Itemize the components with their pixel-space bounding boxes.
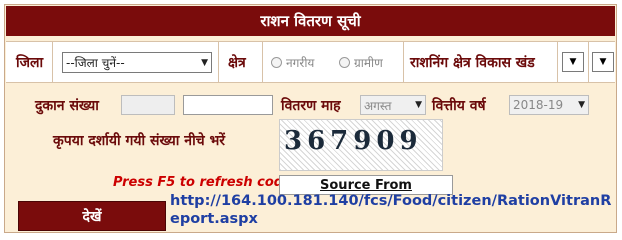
divider — [262, 42, 263, 82]
month-label: वितरण माह — [281, 98, 341, 114]
captcha-image: 367909 — [279, 119, 443, 171]
refresh-hint: Press F5 to refresh code — [113, 175, 292, 190]
sub-block-select[interactable]: ▼ — [592, 52, 614, 72]
divider — [52, 42, 53, 82]
chevron-down-icon: ▼ — [599, 57, 607, 67]
view-button[interactable]: देखें — [18, 201, 166, 231]
filter-row: जिला --जिला चुनें-- ▼ क्षेत्र नगरीय ग्रा… — [6, 41, 615, 83]
source-url[interactable]: http://164.100.181.140/fcs/Food/citizen/… — [170, 192, 616, 228]
fin-year-label: वित्तीय वर्ष — [432, 98, 486, 114]
district-selected: --जिला चुनें-- — [66, 56, 125, 70]
radio-rural-label: ग्रामीण — [354, 55, 383, 70]
chevron-down-icon: ▼ — [578, 100, 585, 110]
fin-year-select[interactable]: 2018-19 ▼ — [509, 95, 589, 115]
chevron-down-icon: ▼ — [415, 100, 422, 110]
page-title: राशन वितरण सूची — [6, 6, 615, 36]
district-label: जिला — [16, 54, 44, 71]
radio-rural[interactable]: ग्रामीण — [339, 42, 383, 82]
radio-urban[interactable]: नगरीय — [271, 42, 314, 82]
area-label: क्षेत्र — [228, 54, 246, 71]
month-selected: अगस्त — [364, 98, 392, 113]
chevron-down-icon: ▼ — [569, 57, 577, 67]
shop-number-input[interactable] — [121, 95, 175, 115]
radio-icon[interactable] — [271, 56, 282, 68]
radio-urban-label: नगरीय — [286, 55, 315, 70]
district-select[interactable]: --जिला चुनें-- ▼ — [62, 52, 212, 73]
shop-label: दुकान संख्या — [35, 98, 99, 114]
divider — [588, 42, 589, 82]
divider — [218, 42, 219, 82]
divider — [557, 42, 558, 82]
rationing-block-label: राशनिंग क्षेत्र विकास खंड — [410, 54, 535, 71]
captcha-code: 367909 — [284, 126, 423, 156]
shop-number-input-2[interactable] — [183, 95, 273, 115]
radio-icon[interactable] — [339, 56, 350, 68]
chevron-down-icon: ▼ — [201, 57, 208, 68]
month-select[interactable]: अगस्त ▼ — [360, 95, 426, 115]
divider — [403, 42, 404, 82]
fin-year-selected: 2018-19 — [513, 98, 564, 112]
block-select[interactable]: ▼ — [562, 52, 584, 72]
captcha-label: कृपया दर्शायी गयी संख्या नीचे भरें — [53, 133, 226, 149]
